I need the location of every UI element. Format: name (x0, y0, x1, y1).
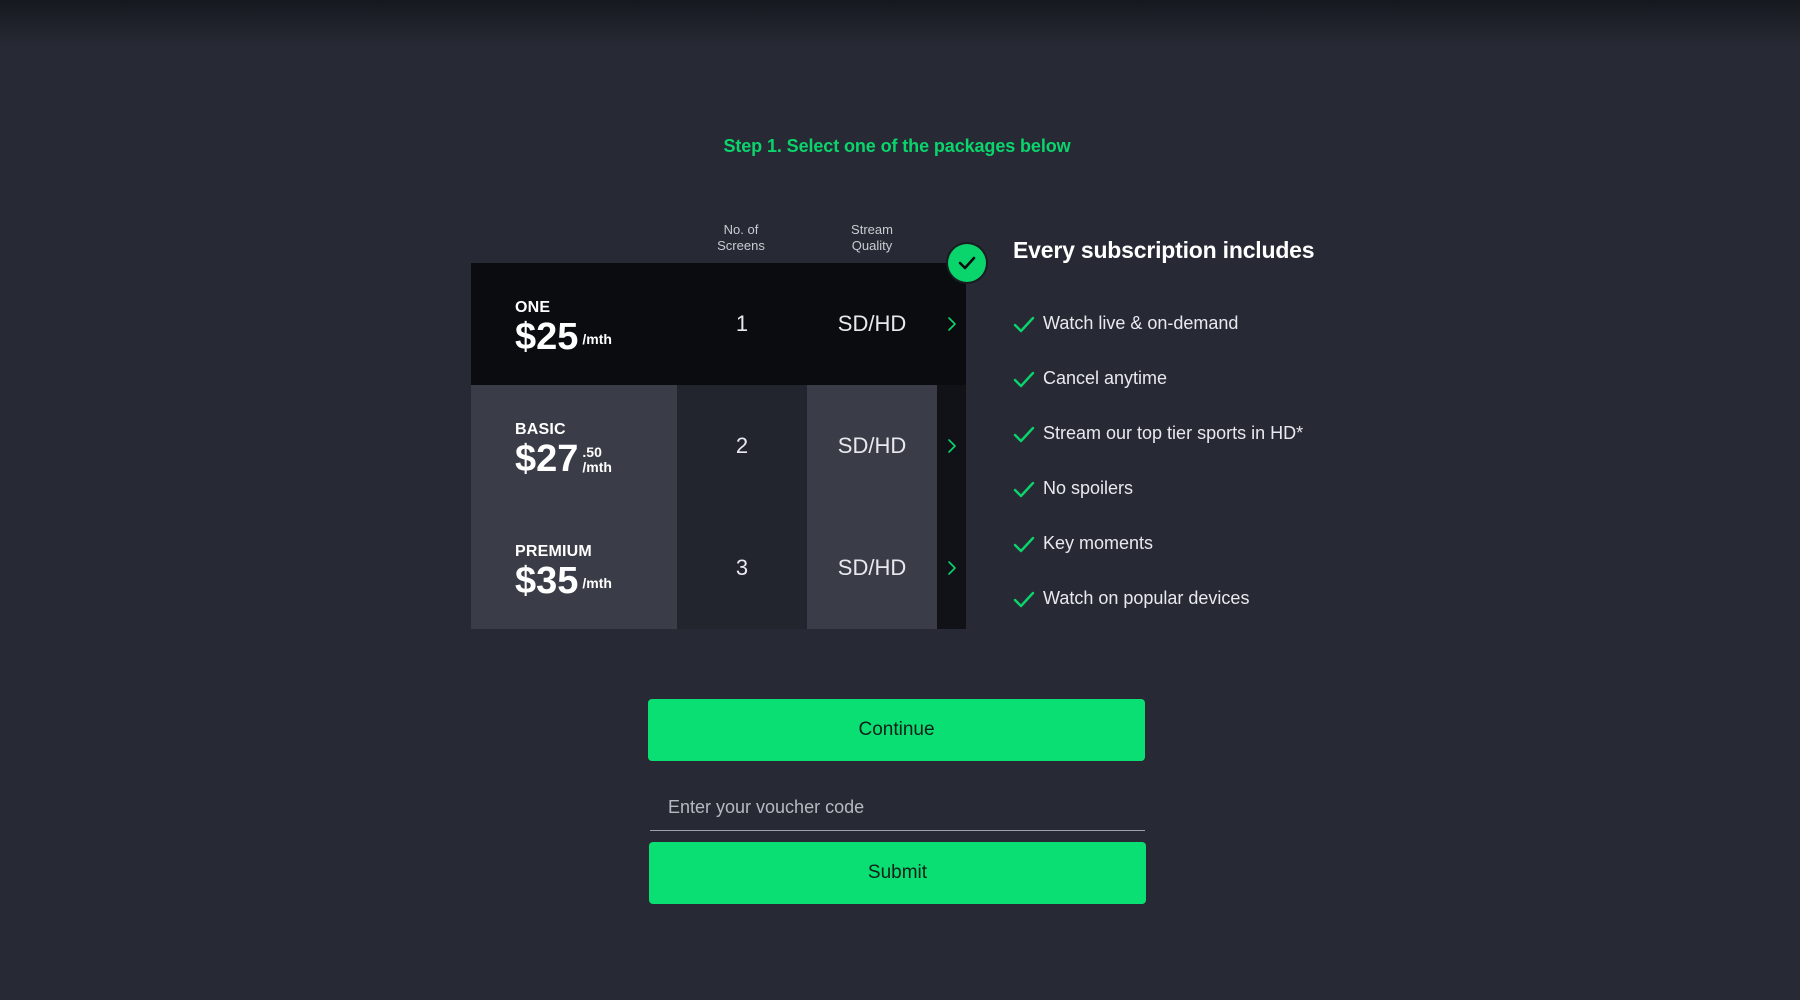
check-icon (1013, 588, 1037, 610)
chevron-right-icon (937, 385, 966, 507)
list-item: Cancel anytime (1013, 368, 1303, 423)
list-item-label: Key moments (1043, 533, 1154, 553)
package-name-cell: BASIC $27 .50 /mth (471, 385, 677, 507)
price-period: /mth (582, 331, 612, 347)
list-item-label: Stream our top tier sports in HD* (1043, 423, 1304, 443)
submit-button[interactable]: Submit (649, 842, 1146, 904)
list-item: Watch on popular devices (1013, 588, 1303, 643)
check-icon (1013, 478, 1037, 500)
check-icon (1013, 423, 1037, 445)
package-row-one[interactable]: ONE $25 /mth 1 SD/HD (471, 263, 966, 385)
column-header-quality: Stream Quality (807, 222, 937, 254)
continue-button[interactable]: Continue (648, 699, 1145, 761)
stream-quality: SD/HD (807, 507, 937, 629)
price-cents: .50 (582, 444, 602, 460)
price-suffix: /mth (582, 315, 612, 347)
chevron-right-icon (937, 507, 966, 629)
package-row-premium[interactable]: PREMIUM $35 /mth 3 SD/HD (471, 507, 966, 629)
price-amount: $35 (515, 560, 579, 602)
column-header-screens: No. of Screens (676, 222, 806, 254)
package-price: $27 .50 /mth (515, 437, 612, 481)
screens-count: 1 (677, 263, 807, 385)
list-item: Stream our top tier sports in HD* (1013, 423, 1303, 478)
package-name-cell: PREMIUM $35 /mth (471, 507, 677, 629)
step-title: Step 1. Select one of the packages below (723, 136, 1071, 156)
column-header-quality-line1: Stream (851, 222, 893, 237)
list-item-label: No spoilers (1043, 478, 1134, 498)
price-period: /mth (582, 575, 612, 591)
stream-quality: SD/HD (807, 263, 937, 385)
subscription-page: Step 1. Select one of the packages below… (0, 0, 1800, 1000)
list-item: Watch live & on-demand (1013, 313, 1303, 368)
list-item: No spoilers (1013, 478, 1303, 533)
screens-count: 2 (677, 385, 807, 507)
column-header-quality-line2: Quality (851, 238, 893, 253)
package-price: $25 /mth (515, 315, 612, 359)
includes-title: Every subscription includes (1013, 237, 1315, 263)
stream-quality: SD/HD (807, 385, 937, 507)
column-header-screens-line2: Screens (717, 238, 765, 253)
price-suffix: /mth (582, 559, 612, 591)
list-item: Key moments (1013, 533, 1303, 588)
price-amount: $25 (515, 316, 579, 358)
list-item-label: Watch live & on-demand (1043, 313, 1239, 333)
package-row-basic[interactable]: BASIC $27 .50 /mth 2 SD/HD (471, 385, 966, 508)
voucher-code-input[interactable] (650, 785, 1145, 831)
screens-count: 3 (677, 507, 807, 629)
price-suffix: .50 /mth (582, 437, 612, 475)
check-icon (1013, 533, 1037, 555)
list-item-label: Watch on popular devices (1043, 588, 1250, 608)
package-price: $35 /mth (515, 559, 612, 603)
package-name-cell: ONE $25 /mth (471, 263, 677, 385)
check-circle-icon (948, 244, 986, 282)
check-icon (1013, 368, 1037, 390)
list-item-label: Cancel anytime (1043, 368, 1168, 388)
price-amount: $27 (515, 438, 579, 480)
price-period: /mth (582, 459, 612, 475)
check-icon (1013, 313, 1037, 335)
includes-list: Watch live & on-demand Cancel anytime St… (1013, 313, 1303, 643)
column-header-screens-line1: No. of (723, 222, 759, 237)
